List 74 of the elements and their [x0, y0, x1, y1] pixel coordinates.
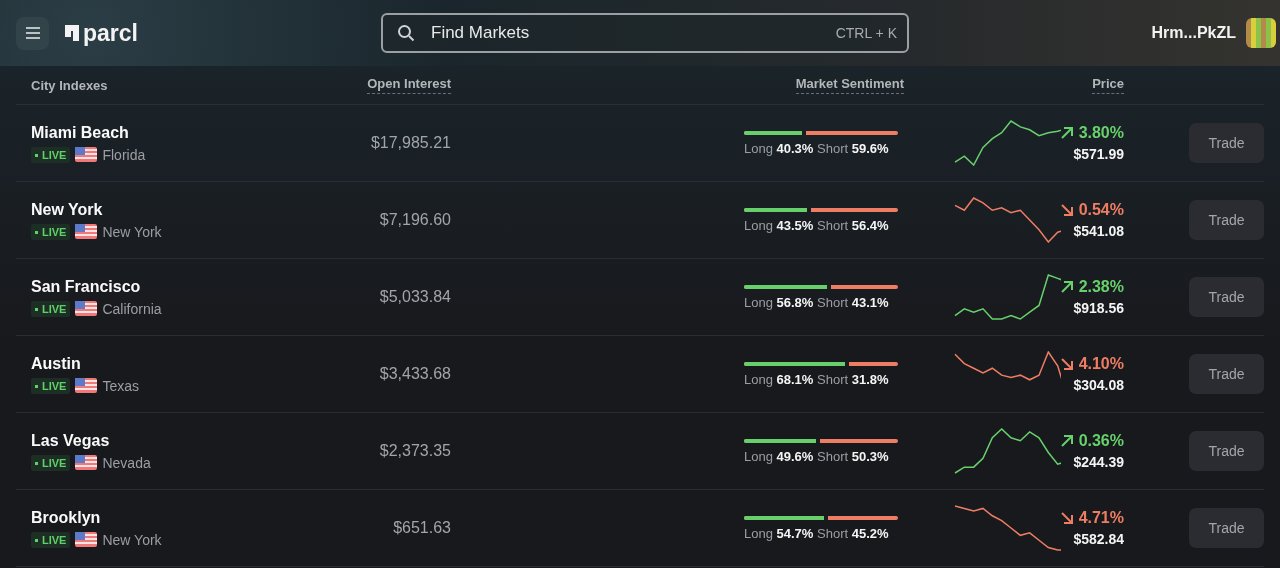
arrow-down-right-icon: [1060, 358, 1073, 370]
trade-button[interactable]: Trade: [1189, 354, 1264, 394]
us-flag-icon: [75, 224, 98, 239]
search-field[interactable]: Find Markets: [429, 22, 822, 44]
open-interest: $7,196.60: [379, 211, 451, 229]
live-badge: LIVE: [31, 531, 71, 548]
trade-button[interactable]: Trade: [1189, 123, 1264, 163]
open-interest: $17,985.21: [370, 134, 451, 152]
price: $541.08: [1073, 223, 1124, 239]
region-name: Texas: [102, 377, 140, 394]
live-badge: LIVE: [31, 223, 71, 240]
price-change: 4.71%: [1078, 509, 1124, 527]
us-flag-icon: [75, 301, 98, 316]
us-flag-icon: [75, 532, 98, 547]
price: $244.39: [1073, 454, 1124, 470]
sentiment-text: Long 43.5% Short 56.4%: [744, 217, 890, 233]
price-change: 0.54%: [1078, 201, 1124, 219]
logo-icon: [63, 23, 81, 43]
arrow-up-right-icon: [1060, 127, 1073, 139]
search-icon: [397, 24, 415, 42]
price: $582.84: [1073, 531, 1124, 547]
price-change: 4.10%: [1078, 355, 1124, 373]
city-name: Austin: [31, 354, 82, 373]
region-name: Nevada: [102, 454, 151, 471]
price-change: 2.38%: [1078, 278, 1124, 296]
price-change: 3.80%: [1078, 124, 1124, 142]
logo-text: parcl: [83, 19, 138, 47]
region-name: New York: [102, 223, 162, 240]
city-name: Las Vegas: [31, 431, 111, 450]
menu-icon: [25, 27, 40, 39]
live-badge: LIVE: [31, 454, 71, 471]
column-header[interactable]: Market Sentiment: [795, 76, 904, 94]
live-badge: LIVE: [31, 377, 71, 394]
region-name: Florida: [102, 146, 146, 163]
price: $571.99: [1073, 146, 1124, 162]
us-flag-icon: [75, 147, 98, 162]
city-name: New York: [31, 200, 104, 219]
avatar-icon[interactable]: [1246, 18, 1276, 48]
search-bar[interactable]: Find Markets CTRL + K: [381, 13, 909, 53]
city-name: Brooklyn: [31, 508, 102, 527]
price-change: 0.36%: [1078, 432, 1124, 450]
keyboard-shortcut: CTRL + K: [835, 25, 897, 41]
us-flag-icon: [75, 378, 98, 393]
sentiment-text: Long 56.8% Short 43.1%: [744, 294, 890, 310]
arrow-down-right-icon: [1060, 204, 1073, 216]
column-header[interactable]: Open Interest: [367, 76, 451, 94]
live-badge: LIVE: [31, 146, 71, 163]
sentiment-text: Long 40.3% Short 59.6%: [744, 140, 890, 156]
account-address[interactable]: Hrm...PkZL: [1151, 24, 1236, 42]
open-interest: $3,433.68: [379, 365, 451, 383]
trade-button[interactable]: Trade: [1189, 277, 1264, 317]
menu-button[interactable]: [16, 16, 49, 50]
column-header: City Indexes: [31, 77, 108, 93]
sentiment-text: Long 49.6% Short 50.3%: [744, 448, 890, 464]
trade-button[interactable]: Trade: [1189, 431, 1264, 471]
open-interest: $5,033.84: [379, 288, 451, 306]
arrow-up-right-icon: [1060, 435, 1073, 447]
live-badge: LIVE: [31, 300, 71, 317]
price: $918.56: [1073, 300, 1124, 316]
arrow-down-right-icon: [1060, 512, 1073, 524]
open-interest: $651.63: [393, 519, 451, 537]
trade-button[interactable]: Trade: [1189, 200, 1264, 240]
us-flag-icon: [75, 455, 98, 470]
city-name: San Francisco: [31, 277, 142, 296]
trade-button[interactable]: Trade: [1189, 508, 1264, 548]
open-interest: $2,373.35: [379, 442, 451, 460]
region-name: New York: [102, 531, 162, 548]
column-header[interactable]: Price: [1092, 76, 1124, 94]
sentiment-text: Long 68.1% Short 31.8%: [744, 371, 890, 387]
city-name: Miami Beach: [31, 123, 130, 142]
price: $304.08: [1073, 377, 1124, 393]
region-name: California: [102, 300, 162, 317]
arrow-up-right-icon: [1060, 281, 1073, 293]
sentiment-text: Long 54.7% Short 45.2%: [744, 525, 890, 541]
